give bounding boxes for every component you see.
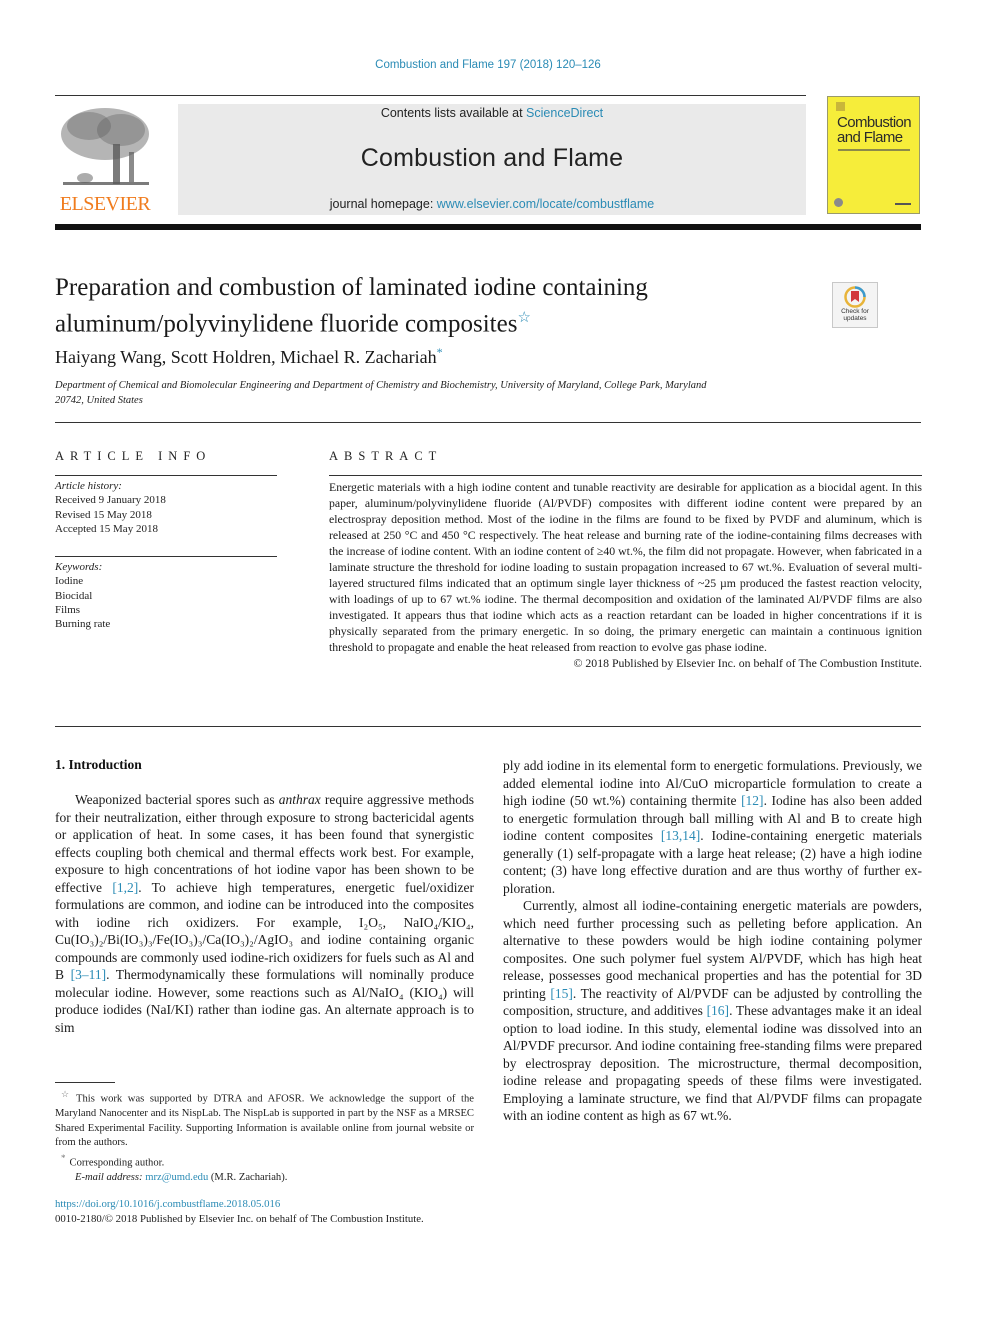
funding-footnote: ☆ This work was supported by DTRA and AFO… [55,1087,474,1151]
check-updates-icon [844,286,866,308]
intro-paragraph-2: Currently, almost all iodine-containing … [503,897,922,1125]
keywords-rule [55,556,277,557]
citation-link[interactable]: [3–11] [71,967,107,982]
text-run: . Thermodynamically these formulations w… [55,967,474,1035]
footnote-star: ☆ [61,1089,73,1099]
title-footnote-star[interactable]: ☆ [517,310,530,326]
history-accepted: Accepted 15 May 2018 [55,522,158,535]
email-suffix: (M.R. Zachariah). [208,1171,288,1183]
email-label: E-mail address: [75,1171,146,1183]
footnotes: ☆ This work was supported by DTRA and AFO… [55,1087,474,1185]
keyword-item: Films [55,603,81,616]
check-updates-label-2: updates [843,315,867,322]
citation-link[interactable]: [12] [741,793,764,808]
journal-name: Combustion and Flame [360,144,624,172]
section-heading-introduction: 1. Introduction [55,757,142,772]
keyword-item: Burning rate [55,618,111,631]
article-info-heading: ARTICLE INFO [55,449,212,463]
title-line2: aluminum/polyvinylidene fluoride composi… [55,310,518,338]
corresponding-text: Corresponding author. [69,1157,165,1169]
corresponding-footnote: * Corresponding author. [55,1151,474,1171]
cover-elsevier-icon [836,102,845,111]
email-footnote: E-mail address: mrz@umd.edu (M.R. Zachar… [55,1171,474,1186]
keyword-item: Biocidal [55,589,93,602]
abstract-body: Energetic materials with a high iodine c… [329,479,922,671]
text-run: . These advantages make it an ideal opti… [503,1003,922,1123]
footnote-asterisk: * [61,1152,66,1163]
article-title: Preparation and combustion of laminated … [55,273,815,339]
history-label: Article history: [55,480,122,492]
sciencedirect-link[interactable]: ScienceDirect [526,106,603,120]
cover-seal-icon [834,198,843,207]
masthead-bottom-rule [55,224,921,230]
publisher-name: ELSEVIER [59,193,151,215]
citation-link[interactable]: [1,2] [112,880,138,895]
issn-copyright: 0010-2180/© 2018 Published by Elsevier I… [55,1212,424,1225]
funding-text: This work was supported by DTRA and AFOS… [55,1093,474,1149]
contents-line: Contents lists available at ScienceDirec… [178,106,806,120]
keywords-block: Keywords: Iodine Biocidal Films Burning … [55,560,277,631]
intro-paragraph-1: Weaponized bacterial spores such as anth… [55,792,475,1035]
affiliation-rule [55,422,921,423]
citation-link[interactable]: [13,14] [661,828,700,843]
doi-block: https://doi.org/10.1016/j.combustflame.2… [55,1197,485,1226]
cover-title: Combustion and Flame [837,115,912,146]
running-head[interactable]: Combustion and Flame 197 (2018) 120–126 [0,59,976,71]
journal-banner: Contents lists available at ScienceDirec… [178,104,806,215]
check-for-updates-button[interactable]: Check for updates [832,282,878,328]
journal-homepage-link[interactable]: www.elsevier.com/locate/combustflame [437,197,654,211]
text-run: Weaponized bacterial spores such as [75,792,279,807]
intro-paragraph-1-cont: ply add iodine in its elemental form to … [503,757,922,897]
doi-link[interactable]: https://doi.org/10.1016/j.combustflame.2… [55,1198,280,1210]
footnote-rule [55,1082,115,1083]
article-info-rule [55,475,277,476]
abstract-text: Energetic materials with a high iodine c… [329,480,922,654]
abstract-rule [329,475,922,476]
elsevier-tree-icon [61,108,149,185]
title-line1: Preparation and combustion of laminated … [55,274,648,301]
abstract-heading: ABSTRACT [329,449,443,463]
body-left-column: Weaponized bacterial spores such as anth… [55,791,474,1036]
masthead-top-rule [55,95,806,96]
keyword-item: Iodine [55,575,84,588]
history-received: Received 9 January 2018 [55,494,166,507]
homepage-line: journal homepage: www.elsevier.com/locat… [178,197,806,211]
cover-title-line2: and Flame [837,129,903,146]
chemical-formula: I₂O₅ [359,914,383,930]
history-revised: Revised 15 May 2018 [55,508,152,521]
author-list: Haiyang Wang, Scott Holdren, Michael R. … [55,345,443,368]
keywords-label: Keywords: [55,561,103,573]
elsevier-logo[interactable]: ELSEVIER [55,104,155,216]
cover-footer-mark [895,203,911,205]
citation-link[interactable]: [16] [707,1003,730,1018]
affiliation-line1: Department of Chemical and Biomolecular … [55,380,707,391]
corresponding-author-mark[interactable]: * [437,345,443,359]
cover-subtitle-bar [838,149,910,151]
article-history: Article history: Received 9 January 2018… [55,479,277,536]
journal-cover-thumbnail[interactable]: Combustion and Flame [827,96,920,214]
authors-text: Haiyang Wang, Scott Holdren, Michael R. … [55,347,437,367]
affiliation: Department of Chemical and Biomolecular … [55,379,815,408]
abstract-bottom-rule [55,726,921,727]
homepage-prefix: journal homepage: [329,197,437,211]
contents-prefix: Contents lists available at [380,106,527,120]
email-link[interactable]: mrz@umd.edu [145,1172,208,1183]
body-right-column: ply add iodine in its elemental form to … [503,757,922,1125]
check-updates-label-1: Check for [841,308,869,315]
affiliation-line2: 20742, United States [55,394,143,406]
abstract-copyright: © 2018 Published by Elsevier Inc. on beh… [573,656,922,670]
citation-link[interactable]: [15] [550,986,573,1001]
italic-term: anthrax [278,792,321,807]
